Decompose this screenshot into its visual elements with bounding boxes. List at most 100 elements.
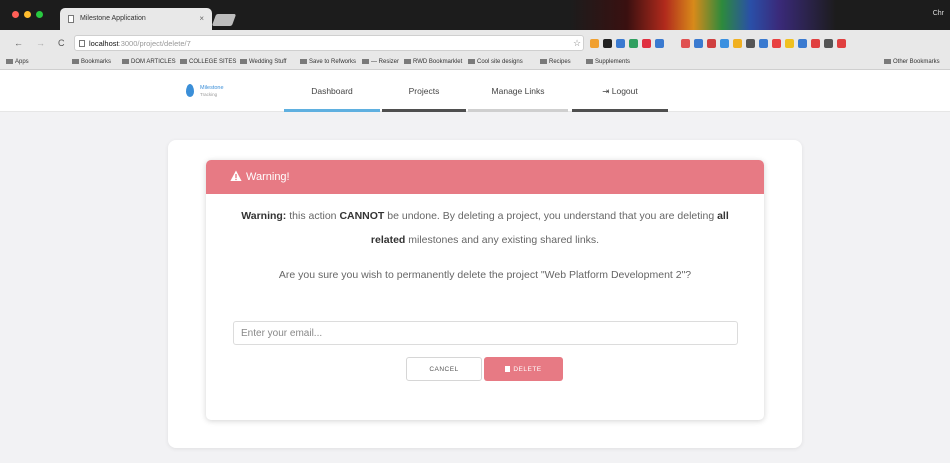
browser-toolbar: ← → C localhost:3000/project/delete/7 ☆ <box>0 30 950 56</box>
extension-icon[interactable] <box>785 39 794 48</box>
bookmark-item[interactable]: Wedding Stuff <box>240 59 286 65</box>
bookmark-label: Cool site designs <box>477 59 523 66</box>
window-close-button[interactable] <box>12 11 19 18</box>
folder-icon <box>6 59 13 64</box>
folder-icon <box>586 59 593 64</box>
extension-icon[interactable] <box>655 39 664 48</box>
confirm-message: Are you sure you wish to permanently del… <box>278 269 692 281</box>
bookmark-label: Other Bookmarks <box>893 59 940 66</box>
folder-icon <box>180 59 187 64</box>
bookmark-item[interactable]: DOM ARTICLES <box>122 59 176 65</box>
window-maximize-button[interactable] <box>36 11 43 18</box>
warning-message: Warning: this action CANNOT be undone. B… <box>226 204 744 252</box>
extension-icon[interactable] <box>720 39 729 48</box>
close-icon[interactable]: × <box>199 14 204 23</box>
nav-projects[interactable]: Projects <box>382 86 466 96</box>
bookmark-item[interactable]: Recipes <box>540 59 571 65</box>
bookmark-label: Recipes <box>549 59 571 66</box>
extension-icon[interactable] <box>759 39 768 48</box>
warning-text: be undone. By deleting a project, you un… <box>384 210 718 222</box>
bookmark-item[interactable]: Apps <box>6 59 29 65</box>
nav-underline <box>382 109 466 112</box>
extension-icon[interactable] <box>616 39 625 48</box>
url-host: localhost <box>89 39 119 48</box>
nav-underline <box>468 109 568 112</box>
bookmark-label: Supplements <box>595 59 631 66</box>
folder-icon <box>300 59 307 64</box>
bookmark-item[interactable]: RWD Bookmarklet <box>404 59 462 65</box>
bookmark-label: RWD Bookmarklet <box>413 59 463 66</box>
bookmark-item[interactable]: — Resizer <box>362 59 399 65</box>
bookmark-label: DOM ARTICLES <box>131 59 176 66</box>
bookmark-item[interactable]: Cool site designs <box>468 59 523 65</box>
bookmark-label: Apps <box>15 59 29 66</box>
folder-icon <box>362 59 369 64</box>
browser-tab-bar: Milestone Application × Chr <box>0 0 950 30</box>
app-navbar: Milestone Tracking Dashboard Projects Ma… <box>0 70 950 112</box>
extension-icon[interactable] <box>811 39 820 48</box>
forward-arrow-icon[interactable]: → <box>36 38 45 48</box>
bookmark-label: — Resizer <box>371 59 400 66</box>
brand-logo[interactable]: Milestone Tracking <box>186 83 256 101</box>
extension-icon[interactable] <box>681 39 690 48</box>
bookmark-label: Bookmarks <box>81 59 112 66</box>
extension-icon[interactable] <box>668 39 677 48</box>
browser-tab[interactable]: Milestone Application × <box>60 8 212 30</box>
bookmark-item[interactable]: Supplements <box>586 59 630 65</box>
extension-icon[interactable] <box>772 39 781 48</box>
page-info-icon[interactable] <box>79 40 85 47</box>
bookmark-item[interactable]: Bookmarks <box>72 59 111 65</box>
document-icon <box>68 15 74 23</box>
cancel-button[interactable]: CANCEL <box>406 357 482 381</box>
new-tab-button[interactable] <box>211 14 237 26</box>
warning-header: Warning! <box>206 160 764 194</box>
bookmark-item[interactable]: Save to Refworks <box>300 59 356 65</box>
warning-label: Warning: <box>241 210 287 222</box>
email-field[interactable] <box>233 321 738 345</box>
extension-icon[interactable] <box>746 39 755 48</box>
window-minimize-button[interactable] <box>24 11 31 18</box>
cannot-emphasis: CANNOT <box>339 210 385 222</box>
bookmark-star-icon[interactable]: ☆ <box>573 38 581 49</box>
trash-icon <box>505 365 511 372</box>
extension-icon[interactable] <box>798 39 807 48</box>
extension-icon[interactable] <box>603 39 612 48</box>
delete-warning-panel: Warning! Warning: this action CANNOT be … <box>206 160 764 420</box>
extensions-toolbar <box>590 39 846 48</box>
delete-button-label: DELETE <box>513 365 542 373</box>
browser-tab-title: Milestone Application <box>80 15 146 22</box>
warning-icon <box>230 170 242 181</box>
extension-icon[interactable] <box>642 39 651 48</box>
droplet-logo-icon <box>186 84 194 97</box>
folder-icon <box>540 59 547 64</box>
reload-icon[interactable]: C <box>58 38 65 48</box>
delete-button[interactable]: DELETE <box>484 357 563 381</box>
extension-icon[interactable] <box>590 39 599 48</box>
profile-name[interactable]: Chr <box>933 10 944 17</box>
folder-icon <box>122 59 129 64</box>
extension-icon[interactable] <box>707 39 716 48</box>
nav-active-indicator <box>284 109 380 112</box>
nav-manage-links[interactable]: Manage Links <box>468 86 568 96</box>
warning-text: this action <box>286 210 340 222</box>
extension-icon[interactable] <box>837 39 846 48</box>
back-arrow-icon[interactable]: ← <box>14 38 23 48</box>
bookmark-item[interactable]: COLLEGE SITES <box>180 59 236 65</box>
folder-icon <box>240 59 247 64</box>
folder-icon <box>884 59 891 64</box>
extension-icon[interactable] <box>733 39 742 48</box>
folder-icon <box>468 59 475 64</box>
nav-dashboard[interactable]: Dashboard <box>284 86 380 96</box>
extension-icon[interactable] <box>694 39 703 48</box>
folder-icon <box>72 59 79 64</box>
warning-title: Warning! <box>246 171 290 183</box>
warning-text: milestones and any existing shared links… <box>405 234 600 246</box>
bookmark-item[interactable]: Other Bookmarks <box>884 59 940 65</box>
brand-name: Milestone <box>200 85 224 91</box>
extension-icon[interactable] <box>629 39 638 48</box>
bookmark-label: Save to Refworks <box>309 59 357 66</box>
extension-icon[interactable] <box>824 39 833 48</box>
folder-icon <box>404 59 411 64</box>
nav-logout[interactable]: ⇥ Logout <box>572 86 668 97</box>
address-bar[interactable]: localhost:3000/project/delete/7 <box>74 35 584 51</box>
